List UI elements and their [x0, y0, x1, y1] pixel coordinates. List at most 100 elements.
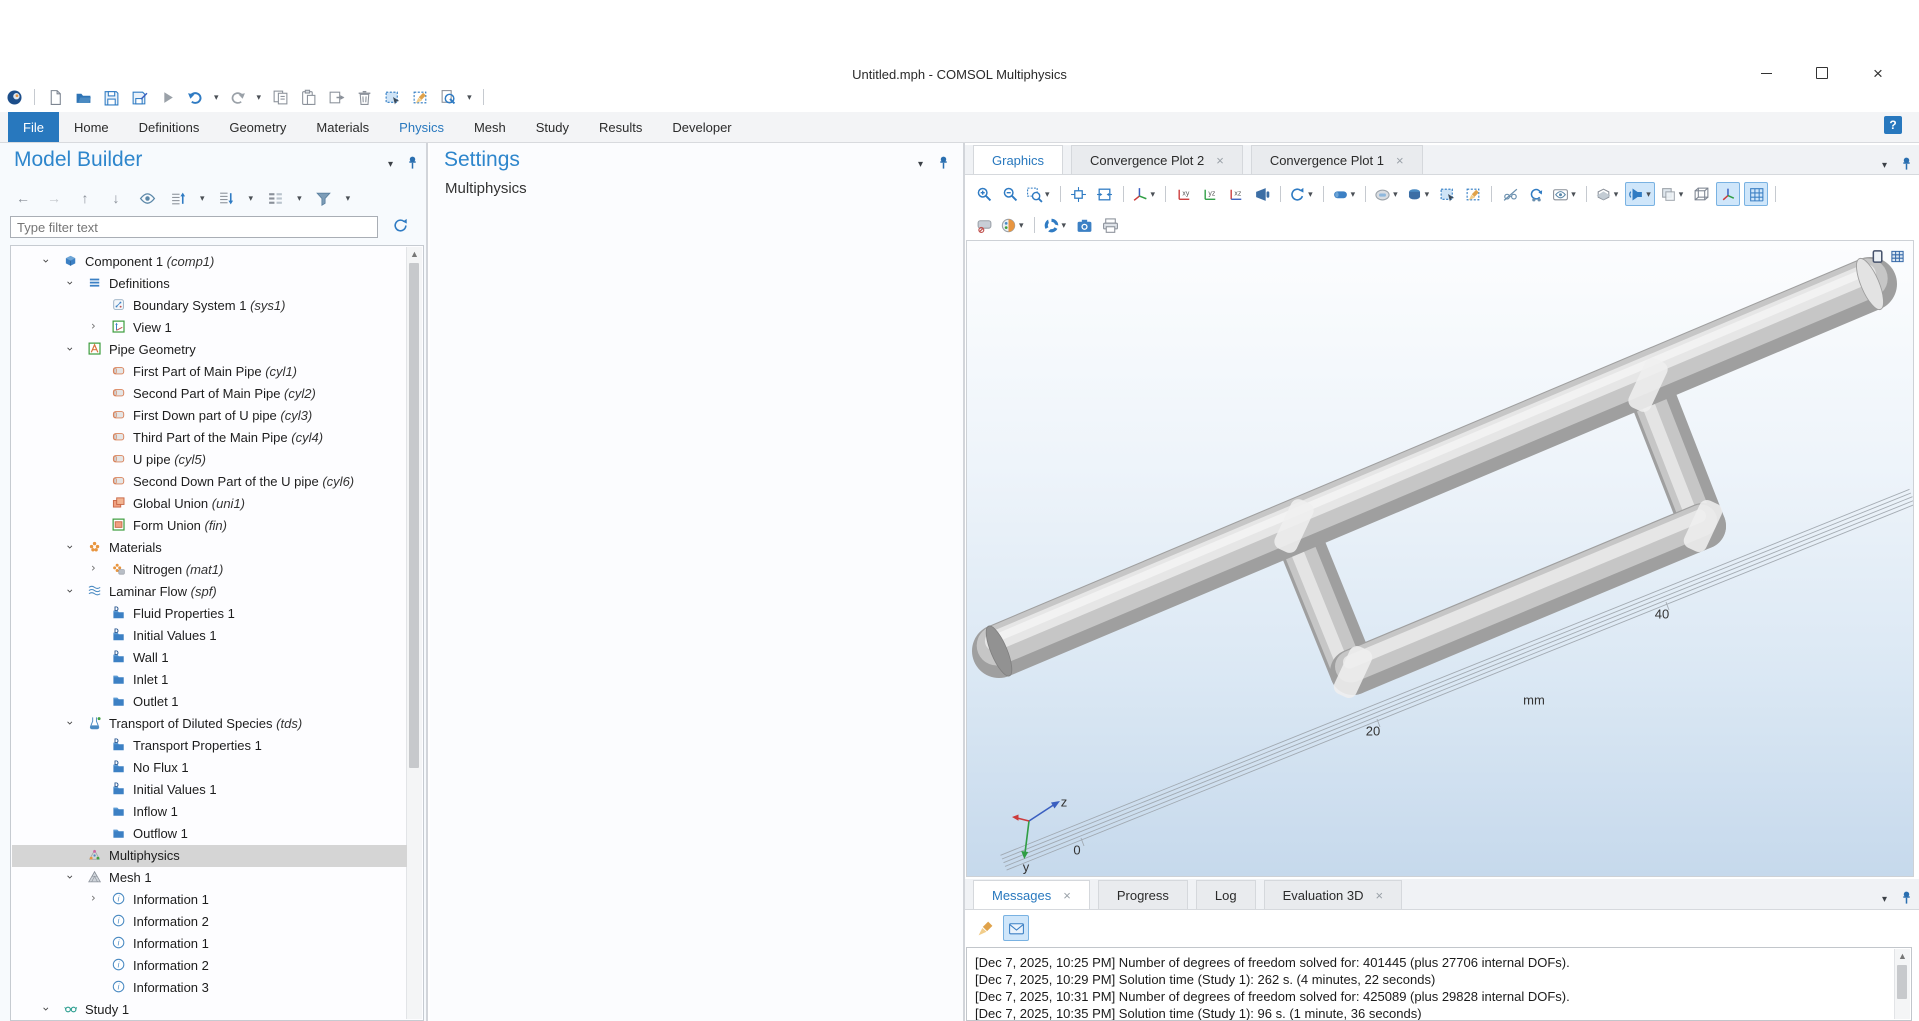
view-xz-button[interactable]: xz: [1225, 183, 1247, 205]
view-yz-button[interactable]: yz: [1199, 183, 1221, 205]
tree-item-laminar-flow[interactable]: Laminar Flow (spf): [12, 581, 407, 603]
rotate-view-button[interactable]: ▾: [1288, 183, 1316, 205]
ribbon-tab-results[interactable]: Results: [584, 112, 657, 142]
messages-scrollbar[interactable]: ▲: [1894, 949, 1910, 1019]
tree-item-nitrogen[interactable]: Nitrogen (mat1): [12, 559, 407, 581]
tree-item-global-union[interactable]: Global Union (uni1): [12, 493, 407, 515]
dropdown-caret-icon[interactable]: ▾: [1043, 189, 1052, 200]
tree-scroll-thumb[interactable]: [409, 263, 419, 768]
graphics-viewport[interactable]: 02040mmyz: [966, 240, 1914, 877]
hide-objects-button[interactable]: [1499, 183, 1521, 205]
ribbon-tab-definitions[interactable]: Definitions: [124, 112, 215, 142]
appearance-button[interactable]: ▾: [1331, 183, 1359, 205]
chevron-right-icon[interactable]: [90, 323, 100, 333]
tree-item-information-2[interactable]: iInformation 2: [12, 955, 407, 977]
close-tab-icon[interactable]: ×: [1216, 153, 1224, 168]
tree-item-first-down-part-of-u-pipe[interactable]: First Down part of U pipe (cyl3): [12, 405, 407, 427]
chevron-down-icon[interactable]: [66, 543, 76, 553]
print-button[interactable]: [1099, 214, 1121, 236]
dropdown-caret-icon[interactable]: ▾: [255, 92, 264, 103]
snapshot-button[interactable]: [1073, 214, 1095, 236]
help-button[interactable]: ?: [1884, 116, 1902, 134]
chevron-down-icon[interactable]: [66, 719, 76, 729]
save-icon[interactable]: [100, 86, 122, 108]
messages-menu-caret[interactable]: ▾: [1882, 894, 1887, 905]
ribbon-tab-file[interactable]: File: [8, 112, 59, 142]
dropdown-caret-icon[interactable]: ▾: [212, 92, 221, 103]
undo-icon[interactable]: [184, 86, 206, 108]
zoom-out-button[interactable]: [999, 183, 1021, 205]
chevron-down-icon[interactable]: [66, 345, 76, 355]
deselect-all-button[interactable]: [1462, 183, 1484, 205]
reset-color-button[interactable]: [973, 214, 995, 236]
tree-item-information-3[interactable]: iInformation 3: [12, 977, 407, 999]
open-file-icon[interactable]: [72, 86, 94, 108]
nav-up-icon[interactable]: ↑: [74, 187, 96, 209]
tree-item-first-part-of-main-pipe[interactable]: First Part of Main Pipe (cyl1): [12, 361, 407, 383]
tree-item-component-1[interactable]: Component 1 (comp1): [12, 251, 407, 273]
model-builder-menu-caret[interactable]: ▾: [388, 159, 393, 170]
save-as-icon[interactable]: [128, 86, 150, 108]
tree-item-boundary-system-1[interactable]: Boundary System 1 (sys1): [12, 295, 407, 317]
maximize-button[interactable]: [1798, 58, 1846, 88]
messages-tab-messages[interactable]: Messages×: [973, 880, 1090, 909]
viewport-page-indicator-icon[interactable]: [1871, 249, 1886, 264]
ribbon-tab-materials[interactable]: Materials: [301, 112, 384, 142]
graphics-pin-icon[interactable]: [1899, 156, 1914, 171]
settings-pin-icon[interactable]: [936, 155, 951, 170]
chevron-down-icon[interactable]: [66, 587, 76, 597]
messages-scroll-up-arrow[interactable]: ▲: [1898, 951, 1907, 961]
chevron-right-icon[interactable]: [90, 565, 100, 575]
scene-rotation-button[interactable]: ▾: [1042, 214, 1070, 236]
minimize-button[interactable]: [1742, 58, 1790, 88]
tree-item-initial-values-1[interactable]: DInitial Values 1: [12, 625, 407, 647]
show-grid-button[interactable]: [1744, 182, 1768, 206]
tree-item-u-pipe[interactable]: U pipe (cyl5): [12, 449, 407, 471]
messages-tab-progress[interactable]: Progress: [1098, 880, 1188, 909]
scroll-up-arrow[interactable]: ▲: [410, 249, 419, 259]
delete-icon[interactable]: [353, 86, 375, 108]
dropdown-caret-icon[interactable]: ▾: [1017, 220, 1026, 231]
new-file-icon[interactable]: [44, 86, 66, 108]
tree-item-second-part-of-main-pipe[interactable]: Second Part of Main Pipe (cyl2): [12, 383, 407, 405]
clip-planes-button[interactable]: ▾: [1594, 183, 1622, 205]
zoom-selected-icon[interactable]: [437, 86, 459, 108]
wireframe-button[interactable]: [1690, 183, 1712, 205]
tree-item-information-1[interactable]: iInformation 1: [12, 889, 407, 911]
tree-item-inflow-1[interactable]: Inflow 1: [12, 801, 407, 823]
paste-icon[interactable]: [297, 86, 319, 108]
tree-item-initial-values-1[interactable]: DInitial Values 1: [12, 779, 407, 801]
dropdown-caret-icon[interactable]: ▾: [1060, 220, 1069, 231]
collapse-all-icon[interactable]: [264, 187, 286, 209]
copy-icon[interactable]: [269, 86, 291, 108]
tree-item-inlet-1[interactable]: Inlet 1: [12, 669, 407, 691]
dropdown-caret-icon[interactable]: ▾: [1569, 189, 1578, 200]
color-theme-button[interactable]: ▾: [999, 214, 1027, 236]
dropdown-caret-icon[interactable]: ▾: [1423, 189, 1432, 200]
select-box-icon[interactable]: [381, 86, 403, 108]
chevron-down-icon[interactable]: [42, 257, 52, 267]
tree-item-form-union[interactable]: Form Union (fin): [12, 515, 407, 537]
clear-messages-button[interactable]: [973, 916, 997, 940]
tree-item-information-1[interactable]: iInformation 1: [12, 933, 407, 955]
close-tab-icon[interactable]: ×: [1396, 153, 1404, 168]
dropdown-caret-icon[interactable]: ▾: [1677, 189, 1686, 200]
scene-light-button[interactable]: ▾: [1373, 183, 1401, 205]
tree-item-third-part-of-the-main-pipe[interactable]: Third Part of the Main Pipe (cyl4): [12, 427, 407, 449]
view-xy-button[interactable]: xy: [1173, 183, 1195, 205]
select-box-button[interactable]: [1436, 183, 1458, 205]
dropdown-caret-icon[interactable]: ▾: [1391, 189, 1400, 200]
email-messages-button[interactable]: [1003, 915, 1029, 941]
dropdown-caret-icon[interactable]: ▾: [344, 193, 353, 204]
chevron-right-icon[interactable]: [90, 895, 100, 905]
tree-item-fluid-properties-1[interactable]: DFluid Properties 1: [12, 603, 407, 625]
nav-back-icon[interactable]: ←: [12, 187, 34, 209]
messages-tab-evaluation-3d[interactable]: Evaluation 3D×: [1264, 880, 1403, 909]
move-up-icon[interactable]: [167, 187, 189, 209]
sound-button[interactable]: ▾: [1625, 182, 1655, 206]
dropdown-caret-icon[interactable]: ▾: [1349, 189, 1358, 200]
tree-item-mesh-1[interactable]: Mesh 1: [12, 867, 407, 889]
zoom-fit-button[interactable]: [1094, 183, 1116, 205]
insert-object-icon[interactable]: [325, 86, 347, 108]
show-axes-button[interactable]: [1716, 182, 1740, 206]
